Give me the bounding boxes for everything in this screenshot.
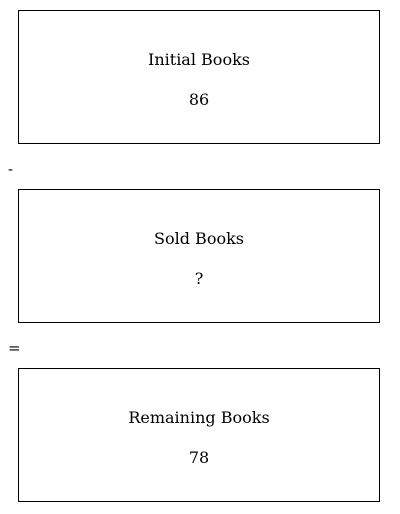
initial-books-box: Initial Books 86 <box>18 10 380 144</box>
equals-operator: = <box>8 339 21 357</box>
remaining-books-label: Remaining Books <box>128 408 270 427</box>
sold-books-label: Sold Books <box>154 229 244 248</box>
remaining-books-value: 78 <box>188 448 210 467</box>
sold-books-value: ? <box>194 269 204 288</box>
sold-books-box: Sold Books ? <box>18 189 380 323</box>
remaining-books-box: Remaining Books 78 <box>18 368 380 502</box>
minus-operator: - <box>8 160 14 178</box>
initial-books-label: Initial Books <box>148 50 250 69</box>
initial-books-value: 86 <box>188 90 210 109</box>
